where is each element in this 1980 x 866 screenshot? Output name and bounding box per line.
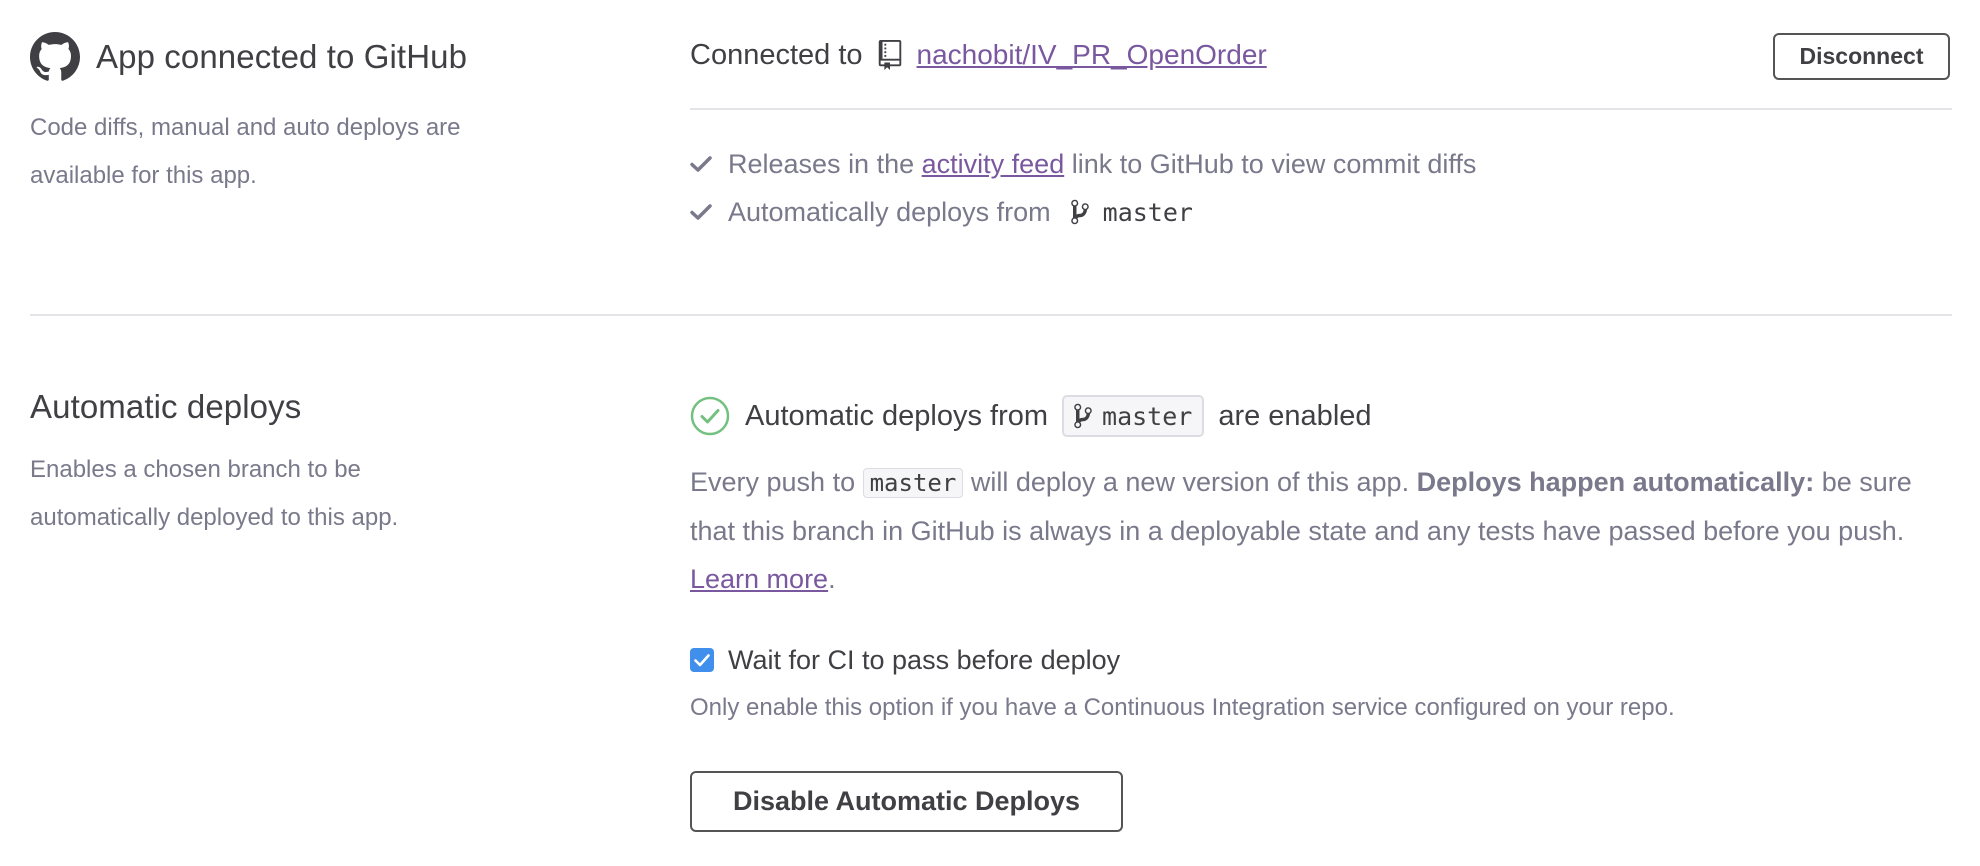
automatic-deploys-description: Enables a chosen branch to be automatica… bbox=[30, 456, 399, 531]
github-section: App connected to GitHub Code diffs, manu… bbox=[0, 0, 1980, 316]
check-icon bbox=[690, 156, 712, 172]
github-feature-list: Releases in the activity feed link to Gi… bbox=[690, 140, 1476, 236]
divider bbox=[690, 108, 1952, 110]
list-item: Automatically deploys from master bbox=[690, 188, 1476, 236]
check-icon bbox=[690, 204, 712, 220]
branch-icon bbox=[1070, 199, 1089, 225]
connected-row: Connected to nachobit/IV_PR_OpenOrder bbox=[690, 28, 1267, 82]
github-header: App connected to GitHub bbox=[30, 32, 467, 82]
para-middle: will deploy a new version of this app. bbox=[970, 467, 1410, 497]
releases-suffix: link to GitHub to view commit diffs bbox=[1071, 148, 1477, 179]
activity-feed-link[interactable]: activity feed bbox=[922, 149, 1065, 180]
branch-name: master bbox=[1102, 197, 1193, 227]
checkmark-icon bbox=[694, 653, 710, 666]
wait-for-ci-checkbox[interactable] bbox=[690, 648, 714, 672]
para-prefix: Every push to bbox=[690, 467, 856, 497]
connected-label: Connected to bbox=[690, 38, 863, 71]
branch-icon bbox=[1074, 403, 1092, 429]
status-prefix: Automatic deploys from bbox=[745, 399, 1049, 432]
para-bold: Deploys happen automatically: bbox=[1416, 467, 1815, 497]
auto-deploy-prefix: Automatically deploys from bbox=[728, 196, 1051, 227]
releases-prefix: Releases in the bbox=[728, 148, 915, 179]
learn-more-link[interactable]: Learn more bbox=[690, 564, 828, 594]
branch-chip: master bbox=[1062, 395, 1205, 437]
wait-for-ci-label[interactable]: Wait for CI to pass before deploy bbox=[728, 645, 1120, 676]
success-check-icon bbox=[690, 396, 730, 436]
github-section-description: Code diffs, manual and auto deploys are … bbox=[30, 114, 461, 189]
auto-deploy-explanation: Every push to master will deploy a new v… bbox=[690, 458, 1952, 603]
automatic-deploys-section: Automatic deploys Enables a chosen branc… bbox=[0, 316, 1980, 866]
branch-code: master bbox=[862, 468, 964, 498]
status-suffix: are enabled bbox=[1218, 399, 1372, 432]
disable-automatic-deploys-button[interactable]: Disable Automatic Deploys bbox=[690, 771, 1123, 832]
github-logo-icon bbox=[30, 32, 80, 81]
repo-icon bbox=[878, 40, 901, 70]
disconnect-button[interactable]: Disconnect bbox=[1773, 33, 1950, 80]
wait-for-ci-help: Only enable this option if you have a Co… bbox=[690, 694, 1675, 721]
github-section-title: App connected to GitHub bbox=[96, 38, 468, 75]
repo-link[interactable]: nachobit/IV_PR_OpenOrder bbox=[917, 39, 1267, 71]
auto-deploy-status: Automatic deploys from master are enable… bbox=[690, 392, 1372, 440]
automatic-deploys-title: Automatic deploys bbox=[30, 388, 302, 425]
para-end: . bbox=[828, 564, 836, 594]
wait-for-ci-option: Wait for CI to pass before deploy bbox=[690, 640, 1120, 680]
branch-name: master bbox=[1102, 401, 1193, 431]
list-item: Releases in the activity feed link to Gi… bbox=[690, 140, 1476, 188]
